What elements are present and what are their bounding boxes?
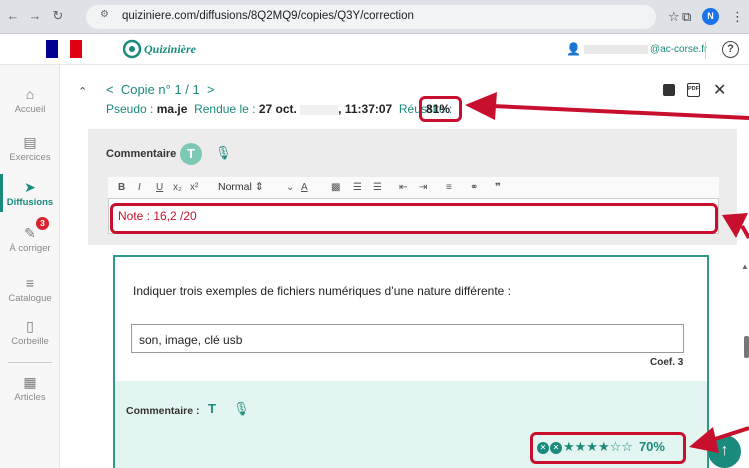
forward-arrow-icon[interactable]: → (27, 8, 43, 24)
annotation-box-rating (530, 432, 686, 464)
browser-profile-avatar[interactable]: N (702, 8, 719, 25)
microphone-icon[interactable]: 🎙 (215, 145, 232, 161)
coefficient: Coef. 3 (650, 357, 684, 368)
redacted-email (584, 45, 648, 54)
back-arrow-icon[interactable]: ← (5, 8, 21, 24)
chevron-left-icon[interactable]: < (106, 82, 114, 97)
sidebar-item-label: Exercices (9, 152, 51, 163)
sidebar-item-label: À corriger (9, 243, 51, 254)
sidebar-item-corbeille[interactable]: ▯ Corbeille (0, 318, 60, 347)
annotation-box-reussite (419, 96, 462, 122)
republique-francaise-logo-icon (46, 40, 82, 58)
answer-text: son, image, clé usb (139, 333, 243, 347)
copy-metadata: Pseudo : ma.je Rendue le : 27 oct. , 11:… (106, 102, 452, 116)
sidebar (0, 65, 60, 468)
sidebar-item-label: Diffusions (6, 197, 54, 208)
bold-button[interactable]: B (118, 181, 125, 195)
save-icon[interactable] (663, 84, 675, 96)
question-card-border (113, 255, 709, 257)
ordered-list-icon[interactable]: ☰ (353, 181, 362, 195)
outdent-icon[interactable]: ⇤ (399, 181, 407, 195)
site-info-icon[interactable]: ⚙ (100, 9, 109, 20)
italic-button[interactable]: I (138, 181, 141, 195)
chevron-right-icon[interactable]: > (207, 82, 215, 97)
microphone-icon[interactable]: 🎙 (233, 401, 250, 417)
help-icon[interactable]: ? (722, 41, 739, 58)
trash-icon: ▯ (26, 318, 34, 334)
sidebar-item-diffusions[interactable]: ➤ Diffusions (0, 179, 60, 208)
superscript-button[interactable]: x² (190, 181, 198, 195)
pdf-export-icon[interactable]: PDF (687, 83, 700, 97)
indent-icon[interactable]: ⇥ (419, 181, 427, 195)
dropdown-icon[interactable]: ⌄ (286, 181, 294, 195)
sidebar-item-exercices[interactable]: ▤ Exercices (0, 134, 60, 163)
file-icon: ▤ (23, 134, 37, 150)
sidebar-item-articles[interactable]: ▦ Articles (0, 374, 60, 403)
user-icon[interactable]: 👤 (566, 42, 581, 56)
sidebar-item-a-corriger[interactable]: ✎ À corriger (0, 225, 60, 254)
subscript-button[interactable]: x₂ (173, 181, 182, 195)
sidebar-item-accueil[interactable]: ⌂ Accueil (0, 86, 60, 115)
sidebar-item-label: Corbeille (11, 336, 49, 347)
home-icon: ⌂ (25, 86, 35, 102)
text-comment-icon[interactable]: T (208, 401, 216, 416)
scrollbar-thumb[interactable] (744, 336, 749, 358)
editor-toolbar (108, 177, 719, 199)
sidebar-divider (8, 362, 52, 363)
clear-format-icon[interactable]: ▩ (331, 181, 340, 195)
bookmark-star-icon[interactable]: ☆ (668, 9, 680, 25)
redacted-year (300, 104, 339, 115)
user-email[interactable]: @ac-corse.fr (650, 44, 707, 55)
notification-badge: 3 (36, 217, 49, 230)
link-icon[interactable]: ⚭ (470, 181, 478, 195)
scroll-up-arrow[interactable]: ▲ (741, 262, 749, 271)
blockquote-icon[interactable]: ❞ (495, 181, 501, 195)
chevron-up-icon[interactable]: ⌃ (78, 85, 87, 98)
question-text: Indiquer trois exemples de fichiers numé… (133, 284, 511, 298)
svg-text:Quizinière: Quizinière (144, 42, 197, 56)
comment-label: Commentaire : (106, 148, 184, 160)
edit-icon: ✎ (24, 225, 36, 241)
browser-menu-icon[interactable]: ⋮ (731, 9, 744, 25)
send-icon: ➤ (24, 179, 36, 195)
bullet-list-icon[interactable]: ☰ (373, 181, 382, 195)
annotation-box-note (110, 203, 718, 234)
articles-icon: ▦ (23, 374, 37, 390)
text-comment-button[interactable]: T (180, 143, 202, 165)
align-icon[interactable]: ≡ (446, 181, 452, 195)
copy-navigator[interactable]: < Copie n° 1 / 1 > (106, 82, 215, 97)
rendue-label: Rendue le : (194, 102, 256, 116)
question-comment-label: Commentaire : (126, 405, 200, 417)
sidebar-item-label: Articles (14, 392, 46, 403)
rendue-time: , 11:37:07 (338, 102, 393, 116)
sidebar-item-label: Accueil (14, 104, 46, 115)
rendue-date: 27 oct. (258, 102, 297, 116)
pseudo-label: Pseudo : (106, 102, 154, 116)
quiziniere-logo[interactable]: Quizinière (122, 38, 203, 60)
sidebar-item-label: Catalogue (8, 293, 52, 304)
back-to-top-button[interactable]: ↑ (708, 435, 741, 468)
header-divider (705, 41, 706, 59)
copy-number: Copie n° 1 / 1 (120, 82, 200, 97)
url-text[interactable]: quiziniere.com/diffusions/8Q2MQ9/copies/… (122, 10, 414, 22)
text-color-button[interactable]: A (301, 181, 308, 195)
close-icon[interactable]: ✕ (713, 80, 726, 100)
underline-button[interactable]: U (156, 181, 163, 195)
list-icon: ≡ (25, 275, 35, 291)
format-select[interactable]: Normal ⇕ (218, 181, 264, 193)
reload-icon[interactable]: ↻ (50, 8, 66, 24)
sidebar-item-catalogue[interactable]: ≡ Catalogue (0, 275, 60, 304)
pseudo-value: ma.je (156, 102, 188, 116)
extensions-icon[interactable]: ⧉ (682, 9, 691, 25)
